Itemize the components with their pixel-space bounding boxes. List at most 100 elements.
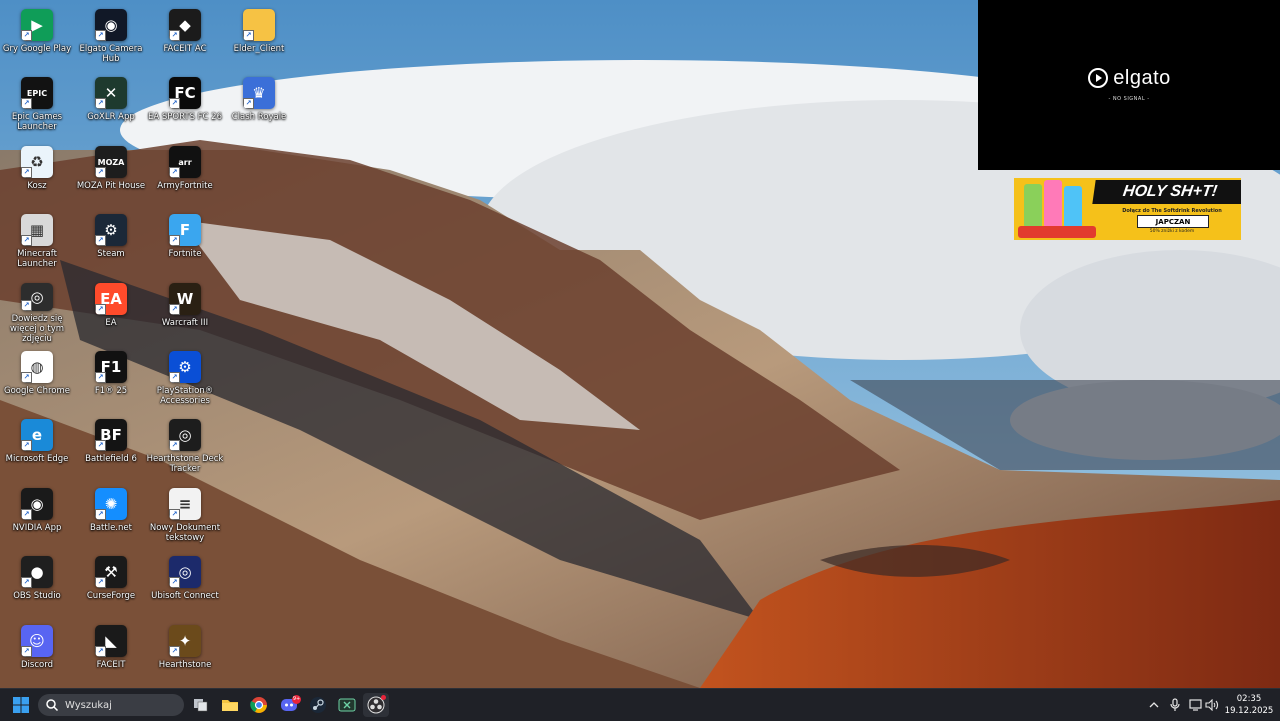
shortcut-arrow-icon: ↗ <box>21 509 32 520</box>
desktop-shortcut-label: Fortnite <box>168 249 202 259</box>
desktop-shortcut[interactable]: ◎ ↗ Hearthstone Deck Tracker <box>146 414 224 480</box>
shortcut-arrow-icon: ↗ <box>243 30 254 41</box>
playstation-accessories-icon: ⚙ ↗ <box>169 351 201 383</box>
text-document-icon: ≡ ↗ <box>169 488 201 520</box>
ea-sports-fc-icon: FC ↗ <box>169 77 201 109</box>
goxlr-icon <box>338 698 356 712</box>
elgato-preview-window[interactable]: elgato - NO SIGNAL - <box>978 0 1280 170</box>
clock-time: 02:35 <box>1236 694 1262 704</box>
desktop-shortcut[interactable]: EPIC ↗ Epic Games Launcher <box>0 72 74 138</box>
desktop-shortcut[interactable]: ⚙ ↗ Steam <box>74 209 148 275</box>
desktop-shortcut[interactable]: ↗ Elder_Client <box>222 4 296 70</box>
desktop-shortcut[interactable]: ♛ ↗ Clash Royale <box>222 72 296 138</box>
shortcut-arrow-icon: ↗ <box>21 577 32 588</box>
faceit-icon: ◣ ↗ <box>95 625 127 657</box>
shortcut-arrow-icon: ↗ <box>169 646 180 657</box>
desktop-shortcut[interactable]: MOZA ↗ MOZA Pit House <box>74 141 148 207</box>
desktop-shortcut-label: Steam <box>97 249 125 259</box>
desktop-shortcut-label: Kosz <box>27 181 47 191</box>
obs-taskbar-button[interactable] <box>363 693 389 717</box>
file-explorer-button[interactable] <box>217 693 243 717</box>
shortcut-arrow-icon: ↗ <box>95 577 106 588</box>
google-play-games-icon: ▶ ↗ <box>21 9 53 41</box>
windows-logo-icon <box>13 697 29 713</box>
desktop-shortcut-label: Elder_Client <box>233 44 285 54</box>
nvidia-icon: ◉ ↗ <box>21 488 53 520</box>
desktop-shortcut[interactable]: ◎ ↗ Ubisoft Connect <box>148 551 222 617</box>
desktop-shortcut-label: Google Chrome <box>3 386 71 396</box>
desktop-shortcut[interactable]: FC ↗ EA SPORTS FC 26 <box>148 72 222 138</box>
folder-icon: ↗ <box>243 9 275 41</box>
search-input[interactable] <box>65 699 175 711</box>
desktop-shortcut[interactable]: F ↗ Fortnite <box>148 209 222 275</box>
desktop-shortcut[interactable]: ◍ ↗ Google Chrome <box>0 346 74 412</box>
desktop-shortcut[interactable]: W ↗ Warcraft III <box>148 278 222 344</box>
desktop-shortcut[interactable]: ◣ ↗ FACEIT <box>74 620 148 686</box>
desktop-shortcut[interactable]: ✺ ↗ Battle.net <box>74 483 148 549</box>
chrome-icon: ◍ ↗ <box>21 351 53 383</box>
desktop-shortcut[interactable]: F1 ↗ F1® 25 <box>74 346 148 412</box>
desktop-shortcut[interactable]: ≡ ↗ Nowy Dokument tekstowy <box>148 483 222 549</box>
show-hidden-icons-button[interactable] <box>1146 696 1162 714</box>
shortcut-arrow-icon: ↗ <box>95 30 106 41</box>
shortcut-arrow-icon: ↗ <box>21 235 32 246</box>
desktop-shortcut[interactable]: ▶ ↗ Gry Google Play <box>0 4 74 70</box>
start-button[interactable] <box>8 693 34 717</box>
desktop-shortcut[interactable]: ✦ ↗ Hearthstone <box>148 620 222 686</box>
volume-tray-button[interactable] <box>1204 696 1220 714</box>
steam-taskbar-button[interactable] <box>305 693 331 717</box>
desktop-shortcut[interactable]: BF ↗ Battlefield 6 <box>74 414 148 480</box>
hearthstone-icon: ✦ ↗ <box>169 625 201 657</box>
epic-games-icon: EPIC ↗ <box>21 77 53 109</box>
desktop-shortcut-label: FACEIT AC <box>163 44 207 54</box>
goxlr-icon: ✕ ↗ <box>95 77 127 109</box>
desktop-shortcut[interactable]: ◎ ↗ Dowiedz się więcej o tym zdjęciu <box>0 278 74 344</box>
task-view-button[interactable] <box>188 693 214 717</box>
desktop-shortcut[interactable]: ◉ ↗ NVIDIA App <box>0 483 74 549</box>
desktop-shortcut-label: Hearthstone Deck Tracker <box>146 454 224 474</box>
desktop-shortcut-label: OBS Studio <box>13 591 61 601</box>
shortcut-arrow-icon: ↗ <box>169 235 180 246</box>
faceit-ac-icon: ◆ ↗ <box>169 9 201 41</box>
discord-taskbar-button[interactable]: 9+ <box>276 693 302 717</box>
desktop-shortcut-label: Minecraft Launcher <box>17 249 57 269</box>
desktop-shortcut[interactable]: ♻ ↗ Kosz <box>0 141 74 207</box>
desktop-shortcut-label: Discord <box>21 660 53 670</box>
desktop-shortcut[interactable]: ● ↗ OBS Studio <box>0 551 74 617</box>
steam-icon <box>310 697 326 713</box>
microphone-tray-button[interactable] <box>1167 696 1183 714</box>
obs-recording-dot <box>381 695 386 700</box>
taskbar: 9+ <box>0 688 1280 721</box>
promo-banner[interactable]: HOLY SH+T! Dołącz do The Softdrink Revol… <box>1014 178 1241 240</box>
desktop-shortcut[interactable]: ☺ ↗ Discord <box>0 620 74 686</box>
goxlr-taskbar-button[interactable] <box>334 693 360 717</box>
shortcut-arrow-icon: ↗ <box>21 372 32 383</box>
clash-royale-icon: ♛ ↗ <box>243 77 275 109</box>
desktop-shortcut[interactable]: ⚙ ↗ PlayStation® Accessories <box>148 346 222 412</box>
shortcut-arrow-icon: ↗ <box>169 440 180 451</box>
shortcut-arrow-icon: ↗ <box>169 304 180 315</box>
taskbar-search[interactable] <box>38 694 184 716</box>
elgato-logo-icon <box>1088 68 1109 88</box>
ea-app-icon: EA ↗ <box>95 283 127 315</box>
steam-icon: ⚙ ↗ <box>95 214 127 246</box>
desktop-shortcut[interactable]: ⚒ ↗ CurseForge <box>74 551 148 617</box>
desktop-shortcut[interactable]: arr ↗ ArmyFortnite <box>148 141 222 207</box>
clock-date: 19.12.2025 <box>1224 706 1274 716</box>
desktop-shortcut[interactable]: ◉ ↗ Elgato Camera Hub <box>74 4 148 70</box>
desktop-shortcut[interactable]: ✕ ↗ GoXLR App <box>74 72 148 138</box>
shortcut-arrow-icon: ↗ <box>95 440 106 451</box>
shortcut-arrow-icon: ↗ <box>21 646 32 657</box>
promo-code-button[interactable]: JAPCZAN <box>1137 215 1209 228</box>
edge-icon: e ↗ <box>21 419 53 451</box>
curseforge-icon: ⚒ ↗ <box>95 556 127 588</box>
desktop-shortcut[interactable]: e ↗ Microsoft Edge <box>0 414 74 480</box>
desktop-shortcut[interactable]: ◆ ↗ FACEIT AC <box>148 4 222 70</box>
desktop-shortcut-label: Dowiedz się więcej o tym zdjęciu <box>9 314 65 344</box>
desktop-shortcut[interactable]: ▦ ↗ Minecraft Launcher <box>0 209 74 275</box>
network-display-tray-button[interactable] <box>1188 696 1204 714</box>
taskbar-clock[interactable]: 02:35 19.12.2025 <box>1222 693 1276 717</box>
chrome-taskbar-button[interactable] <box>246 693 272 717</box>
search-icon <box>46 699 59 712</box>
desktop-shortcut[interactable]: EA ↗ EA <box>74 278 148 344</box>
